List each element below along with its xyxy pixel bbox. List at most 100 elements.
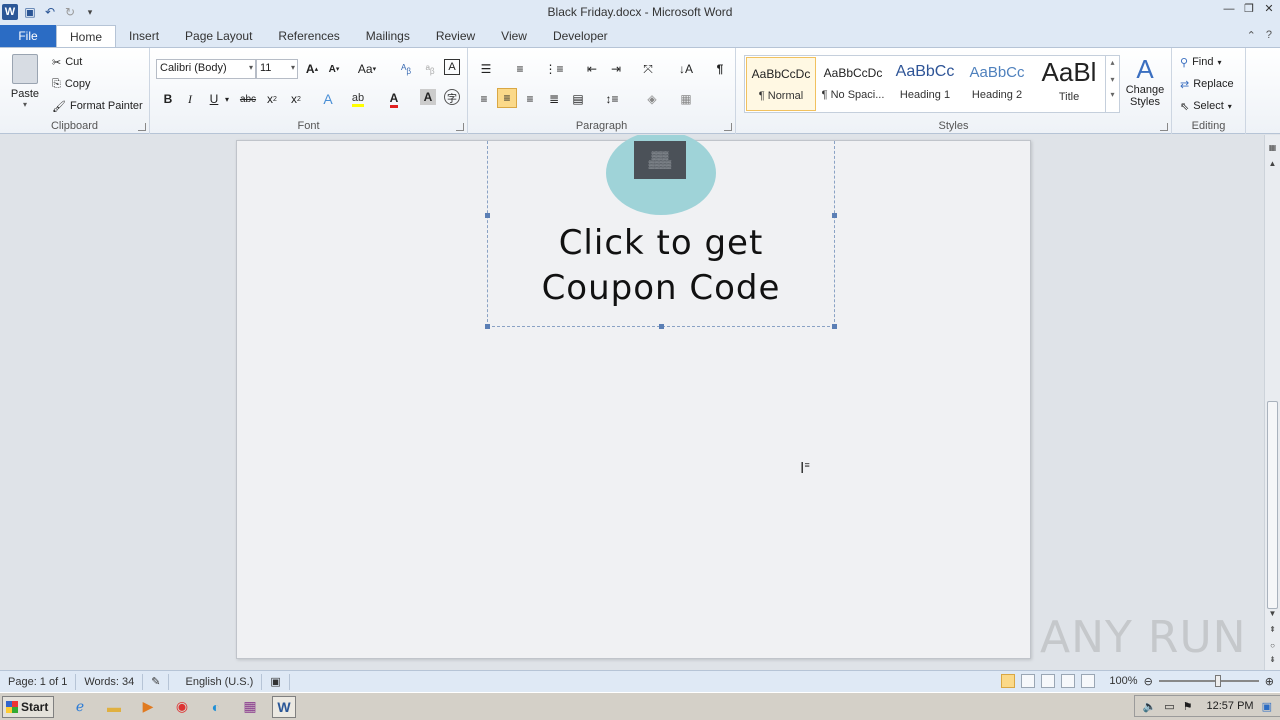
font-launcher-icon[interactable] (456, 123, 464, 131)
more-styles-icon[interactable]: ▾ (1106, 90, 1119, 99)
resize-handle[interactable] (832, 324, 837, 329)
distributed-icon[interactable]: ▤ (568, 89, 588, 109)
proofing-icon[interactable]: ✎ (143, 673, 170, 690)
style-heading-2[interactable]: AaBbCc Heading 2 (962, 57, 1032, 111)
minimize-button[interactable]: — (1222, 2, 1236, 16)
winrar-icon[interactable]: ▦ (238, 696, 262, 718)
next-page-icon[interactable]: ⇟ (1265, 655, 1280, 664)
close-button[interactable]: ✕ (1262, 2, 1276, 16)
resize-handle[interactable] (832, 213, 837, 218)
scroll-up-icon[interactable]: ▴ (1106, 58, 1119, 67)
change-styles-button[interactable]: A Change Styles (1124, 54, 1166, 108)
chrome-icon[interactable]: ◉ (170, 696, 194, 718)
superscript-icon[interactable]: x2 (286, 89, 306, 109)
shading-icon[interactable]: ◈ (642, 89, 662, 109)
scroll-down-icon[interactable]: ▾ (1106, 75, 1119, 84)
document-page[interactable]: ▒▒▒ ▒▒▒▒ Click to get Coupon Code (236, 135, 1031, 659)
highlight-icon[interactable]: ab (348, 89, 368, 109)
clear-formatting-icon[interactable]: ᴬᵦ (396, 59, 416, 79)
justify-icon[interactable]: ≣ (544, 89, 564, 109)
undo-icon[interactable]: ↶ (42, 4, 58, 20)
style-heading-1[interactable]: AaBbCc Heading 1 (890, 57, 960, 111)
sort-icon[interactable]: ↓A (676, 59, 696, 79)
web-layout-icon[interactable] (1041, 674, 1056, 688)
find-button[interactable]: ⚲ Find ▾ (1180, 53, 1221, 71)
grow-font-icon[interactable]: A ▴ (302, 59, 322, 79)
show-formatting-marks-icon[interactable]: ¶ (710, 59, 730, 79)
tab-view[interactable]: View (488, 25, 540, 47)
enclose-characters-icon[interactable]: 字 (444, 89, 460, 105)
maximize-button[interactable]: ❐ (1242, 2, 1256, 16)
style-no-spacing[interactable]: AaBbCcDc ¶ No Spaci... (818, 57, 888, 111)
asian-layout-icon[interactable]: ⤧ (638, 59, 658, 79)
tab-review[interactable]: Review (423, 25, 488, 47)
zoom-out-icon[interactable]: ⊖ (1144, 675, 1153, 688)
character-border-icon[interactable]: A (444, 59, 460, 75)
copy-button[interactable]: ⎘ Copy (52, 75, 91, 93)
coupon-text-box[interactable]: ▒▒▒ ▒▒▒▒ Click to get Coupon Code (485, 135, 837, 329)
word-count[interactable]: Words: 34 (76, 673, 144, 690)
outline-view-icon[interactable] (1061, 674, 1076, 688)
show-desktop-icon[interactable]: ▣ (1262, 700, 1272, 713)
tab-mailings[interactable]: Mailings (353, 25, 423, 47)
style-normal[interactable]: AaBbCcDc ¶ Normal (746, 57, 816, 111)
tab-insert[interactable]: Insert (116, 25, 172, 47)
zoom-slider-knob[interactable] (1214, 675, 1221, 687)
internet-explorer-icon[interactable]: ℯ (68, 696, 92, 718)
resize-handle[interactable] (659, 324, 664, 329)
zoom-level[interactable]: 100% (1109, 675, 1137, 687)
resize-handle[interactable] (485, 324, 490, 329)
full-screen-reading-icon[interactable] (1021, 674, 1036, 688)
minimize-ribbon-icon[interactable]: ⌃ (1247, 29, 1256, 42)
resize-handle[interactable] (485, 213, 490, 218)
character-shading-icon[interactable]: A (420, 89, 436, 105)
tab-developer[interactable]: Developer (540, 25, 621, 47)
media-player-icon[interactable]: ▶ (136, 696, 160, 718)
italic-icon[interactable]: I (180, 89, 200, 109)
word-logo-icon[interactable]: W (2, 4, 18, 20)
macro-recording-icon[interactable]: ▣ (262, 673, 290, 690)
clipboard-launcher-icon[interactable] (138, 123, 146, 131)
align-center-icon[interactable]: ≡ (497, 88, 517, 108)
folder-icon[interactable]: ▬ (102, 696, 126, 718)
text-effects-icon[interactable]: A (318, 89, 338, 109)
align-right-icon[interactable]: ≡ (520, 89, 540, 109)
bullets-icon[interactable]: ☰ (476, 59, 496, 79)
vertical-scrollbar[interactable]: ▦ ▲ ▼ ⇞ ○ ⇟ (1264, 135, 1280, 670)
paste-button[interactable]: Paste ▾ (6, 54, 44, 109)
increase-indent-icon[interactable]: ⇥ (606, 59, 626, 79)
phonetic-guide-icon[interactable]: ᵃᵦ (420, 59, 440, 79)
borders-icon[interactable]: ▦ (676, 89, 696, 109)
zoom-slider[interactable] (1158, 675, 1259, 687)
edge-icon[interactable]: ◐ (204, 696, 228, 718)
help-icon[interactable]: ? (1266, 29, 1272, 42)
select-button[interactable]: ⇖ Select ▾ (1180, 97, 1232, 115)
strikethrough-icon[interactable]: abc (238, 89, 258, 109)
numbering-icon[interactable]: ≡ (510, 59, 530, 79)
page-count[interactable]: Page: 1 of 1 (0, 673, 77, 690)
select-browse-object-icon[interactable]: ○ (1265, 641, 1280, 650)
cut-button[interactable]: ✂ Cut (52, 53, 82, 71)
style-title[interactable]: AaBl Title (1034, 57, 1104, 111)
format-painter-button[interactable]: 🖌 Format Painter (52, 97, 143, 115)
document-area[interactable]: ▒▒▒ ▒▒▒▒ Click to get Coupon Code I≡ (0, 135, 1264, 670)
flag-icon[interactable]: ⚑ (1183, 700, 1193, 713)
font-size-combo[interactable]: 11 ▾ (256, 59, 298, 79)
print-layout-view-icon[interactable] (1001, 674, 1016, 688)
styles-gallery-scroll[interactable]: ▴ ▾ ▾ (1105, 56, 1119, 112)
underline-dropdown-icon[interactable]: ▾ (222, 89, 232, 109)
coupon-badge-image[interactable]: ▒▒▒ ▒▒▒▒ (606, 135, 716, 215)
zoom-in-icon[interactable]: ⊕ (1265, 675, 1274, 688)
tab-home[interactable]: Home (56, 25, 117, 47)
decrease-indent-icon[interactable]: ⇤ (582, 59, 602, 79)
redo-icon[interactable]: ↻ (62, 4, 78, 20)
tab-references[interactable]: References (265, 25, 352, 47)
save-icon[interactable]: ▣ (22, 4, 38, 20)
language[interactable]: English (U.S.) (169, 673, 263, 690)
font-name-combo[interactable]: Calibri (Body) ▾ (156, 59, 256, 79)
coupon-call-to-action[interactable]: Click to get Coupon Code (488, 221, 834, 311)
clock[interactable]: 12:57 PM (1207, 700, 1254, 712)
align-left-icon[interactable]: ≡ (474, 89, 494, 109)
scroll-thumb[interactable] (1267, 401, 1278, 609)
scroll-down-arrow-icon[interactable]: ▼ (1265, 609, 1280, 618)
